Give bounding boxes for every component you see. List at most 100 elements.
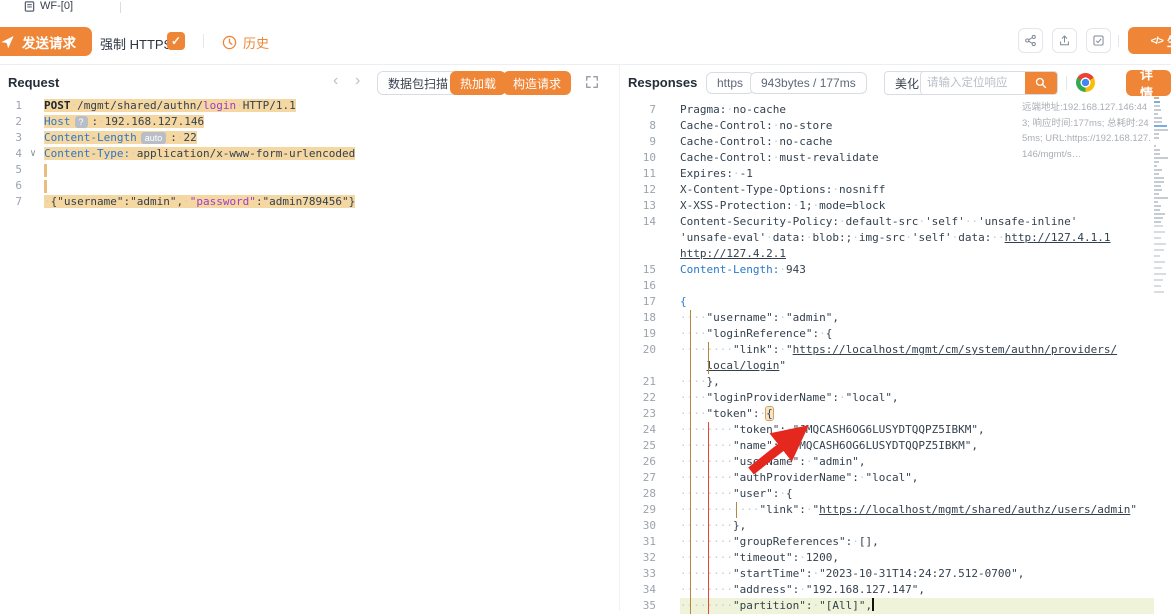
line-content [44,178,618,194]
construct-request-button[interactable]: 构造请求 [503,71,571,95]
minimap-line [1154,165,1157,167]
code-token: "password" [190,195,256,208]
code-token: X-Content-Type-Options: [680,183,832,196]
search-input[interactable] [921,72,1025,94]
code-token: https://localhost/mgmt/shared/authz/user… [819,503,1130,516]
minimap-line [1154,201,1158,203]
response-stats-badge: 943bytes / 177ms [750,72,867,94]
code-line[interactable]: 13X-XSS-Protection:·1;·mode=block [622,198,1154,214]
fold-gutter [656,134,680,150]
line-content: ········"startTime":·"2023-10-31T14:24:2… [680,566,1154,582]
code-token: "partition": [733,599,812,612]
line-content: ········"partition":·"[All]", [680,598,1154,614]
code-line[interactable]: 33········"startTime":·"2023-10-31T14:24… [622,566,1154,582]
code-token: HTTP/1.1 [243,99,296,112]
minimap[interactable] [1154,97,1170,357]
code-line[interactable]: 29············"link":·"https://localhost… [622,502,1154,518]
code-token: · [832,183,839,196]
edit-button[interactable] [1086,28,1111,53]
code-line[interactable]: 11Expires:·-1 [622,166,1154,182]
code-line[interactable]: 18····"username":·"admin", [622,310,1154,326]
generate-code-button[interactable]: </> 生 [1128,27,1171,54]
request-editor[interactable]: 1POST·/mgmt/shared/authn/login·HTTP/1.12… [0,98,618,210]
chevron-left-icon[interactable]: ‹ [333,74,338,88]
code-line[interactable]: 16 [622,278,1154,294]
line-number: 8 [622,118,656,134]
packet-scan-button[interactable]: 数据包扫描 [377,71,459,95]
code-line[interactable]: 35········"partition":·"[All]", [622,598,1154,614]
fullscreen-icon[interactable] [585,75,599,89]
minimap-line [1154,105,1160,107]
fold-gutter [656,326,680,342]
code-line[interactable]: 28········"user":·{ [622,486,1154,502]
line-content: ····"loginReference":·{ [680,326,1154,342]
code-line[interactable]: 25········"name":·"JMQCASH6OG6LUSYDTQQPZ… [622,438,1154,454]
code-token: · [905,231,912,244]
code-line[interactable]: 21····}, [622,374,1154,390]
line-content: Expires:·-1 [680,166,1154,182]
code-line[interactable]: 7·{"username":"admin",·"password":"admin… [0,194,618,210]
code-token: application/x-www-form-urlencoded [137,147,356,160]
code-token: 'unsafe-inline' [978,215,1077,228]
code-line[interactable]: http://127.4.2.1 [622,246,1154,262]
toolbar-divider-right [1118,35,1119,47]
code-line[interactable]: 23····"token":·{ [622,406,1154,422]
minimap-line [1154,237,1161,239]
fold-chevron-icon[interactable]: ∨ [22,146,44,162]
tab-wf[interactable]: WF-[0] [24,0,73,15]
code-line[interactable]: 2Host?:·192.168.127.146 [0,114,618,130]
response-panel-title: Responses [628,75,697,90]
response-editor[interactable]: 7Pragma:·no-cache8Cache-Control:·no-stor… [622,102,1154,614]
checkmark-icon: ✓ [171,34,181,48]
chevron-right-icon[interactable]: › [355,74,360,88]
hot-reload-button[interactable]: 热加载 [450,71,506,95]
code-line[interactable]: 4∨Content-Type:·application/x-www-form-u… [0,146,618,162]
code-line[interactable]: 31········"groupReferences":·[], [622,534,1154,550]
code-token: ········ [680,599,733,612]
code-line[interactable]: 17{ [622,294,1154,310]
search-button[interactable] [1025,72,1057,94]
code-line[interactable]: 15Content-Length:·943 [622,262,1154,278]
code-token: must-revalidate [779,151,878,164]
code-line[interactable]: 6 [0,178,618,194]
line-content: ····}, [680,374,1154,390]
chrome-icon[interactable] [1076,73,1095,92]
export-button[interactable] [1052,28,1077,53]
code-line[interactable]: 20········"link":·"https://localhost/mgm… [622,342,1154,358]
code-token: ············ [680,503,759,516]
code-line[interactable]: 1POST·/mgmt/shared/authn/login·HTTP/1.1 [0,98,618,114]
details-button[interactable]: 详情 [1126,70,1171,96]
code-line[interactable]: 34········"address":·"192.168.127.147", [622,582,1154,598]
code-line[interactable]: 26········"userName":·"admin", [622,454,1154,470]
minimap-line [1154,149,1160,151]
code-line[interactable]: 10Cache-Control:·must-revalidate [622,150,1154,166]
code-line[interactable]: 9Cache-Control:·no-cache [622,134,1154,150]
code-line[interactable]: 8Cache-Control:·no-store [622,118,1154,134]
code-line[interactable]: local/login" [622,358,1154,374]
code-token: · [130,147,137,160]
panel-divider[interactable] [619,64,620,611]
fold-gutter [22,114,44,130]
code-token: http://127.4.1.1 [1005,231,1111,244]
share-button[interactable] [1018,28,1043,53]
fold-gutter [656,550,680,566]
code-line[interactable]: 3Content-Lengthauto:·22 [0,130,618,146]
code-token: no-store [779,119,832,132]
code-line[interactable]: 'unsafe-eval'·data:·blob:;·img-src·'self… [622,230,1154,246]
code-line[interactable]: 7Pragma:·no-cache [622,102,1154,118]
code-line[interactable]: 5 [0,162,618,178]
history-button[interactable]: 历史 [222,33,269,52]
fold-gutter [22,98,44,114]
force-https-checkbox[interactable]: ✓ [167,32,185,50]
code-line[interactable]: 32········"timeout":·1200, [622,550,1154,566]
code-line[interactable]: 27········"authProviderName":·"local", [622,470,1154,486]
code-line[interactable]: 14Content-Security-Policy:·default-src·'… [622,214,1154,230]
code-line[interactable]: 19····"loginReference":·{ [622,326,1154,342]
code-line[interactable]: 22····"loginProviderName":·"local", [622,390,1154,406]
code-line[interactable]: 30········}, [622,518,1154,534]
fold-gutter [656,534,680,550]
send-request-button[interactable]: 发送请求 [0,27,92,56]
code-line[interactable]: 12X-Content-Type-Options:·nosniff [622,182,1154,198]
code-token: }, [707,375,720,388]
code-line[interactable]: 24········"token":·"JMQCASH6OG6LUSYDTQQP… [622,422,1154,438]
